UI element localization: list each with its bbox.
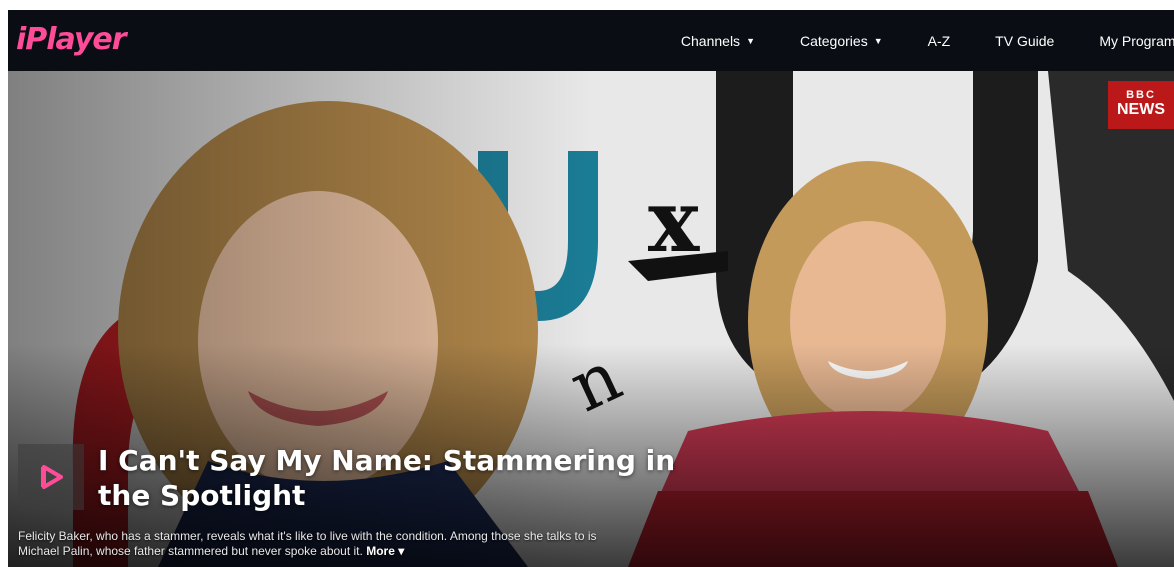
more-label: More: [366, 544, 395, 558]
nav-tv-guide-label: TV Guide: [995, 32, 1055, 49]
iplayer-play-icon: [41, 465, 63, 489]
nav-a-z-label: A-Z: [927, 32, 951, 49]
main-nav: Channels ▼ Categories ▼ A-Z TV Guide My …: [636, 10, 1174, 71]
play-button[interactable]: [18, 444, 84, 510]
nav-tv-guide[interactable]: TV Guide: [995, 33, 1054, 49]
iplayer-logo[interactable]: iPlayer: [16, 22, 127, 57]
bbc-news-badge: BBC NEWS: [1108, 81, 1174, 129]
bbc-badge-text: BBC: [1126, 89, 1156, 101]
news-badge-text: NEWS: [1117, 101, 1165, 118]
nav-channels[interactable]: Channels ▼: [681, 33, 755, 49]
description-text: Felicity Baker, who has a stammer, revea…: [18, 529, 597, 558]
nav-my-programmes[interactable]: My Programmes: [1099, 33, 1174, 49]
caret-down-icon: ▾: [398, 544, 405, 558]
caret-down-icon: ▼: [746, 35, 755, 46]
hero-banner[interactable]: x n BBC NEWS I Can't: [8, 71, 1174, 567]
nav-categories[interactable]: Categories ▼: [800, 33, 883, 49]
nav-categories-label: Categories: [799, 32, 868, 49]
nav-a-z[interactable]: A-Z: [928, 33, 951, 49]
nav-channels-label: Channels: [680, 32, 741, 49]
programme-title[interactable]: I Can't Say My Name: Stammering in the S…: [98, 443, 718, 513]
top-navigation-bar: iPlayer Channels ▼ Categories ▼ A-Z TV G…: [8, 10, 1174, 71]
more-link[interactable]: More ▾: [366, 544, 404, 558]
page: iPlayer Channels ▼ Categories ▼ A-Z TV G…: [0, 0, 1174, 567]
nav-my-programmes-label: My Programmes: [1099, 32, 1174, 49]
caret-down-icon: ▼: [873, 35, 883, 46]
programme-description: Felicity Baker, who has a stammer, revea…: [18, 529, 618, 559]
